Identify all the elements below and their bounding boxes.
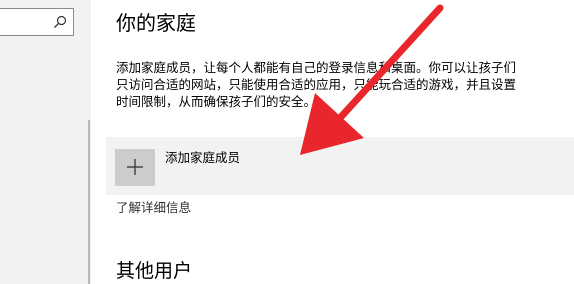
- red-arrow-annotation: [300, 4, 444, 155]
